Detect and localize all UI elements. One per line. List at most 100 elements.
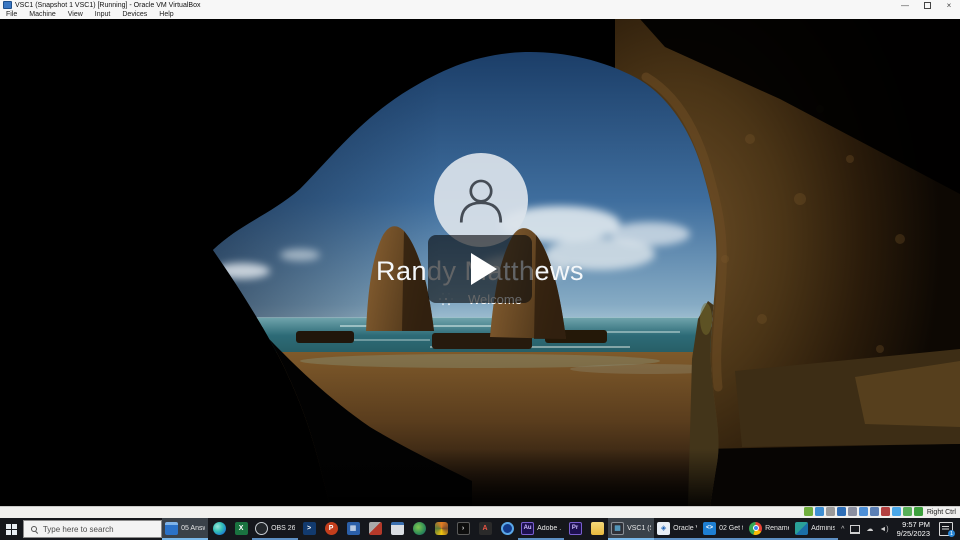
taskbar-item-label: 02 Get tr...	[719, 525, 743, 532]
powershell-icon: >	[303, 522, 316, 535]
menu-machine[interactable]: Machine	[23, 10, 61, 19]
taskbar-item[interactable]: Pr	[564, 518, 586, 540]
shared-folders-icon[interactable]	[859, 507, 868, 516]
taskbar-item[interactable]: >	[298, 518, 320, 540]
minimize-button[interactable]: —	[894, 0, 916, 10]
obs-icon	[255, 522, 268, 535]
taskbar-item[interactable]	[408, 518, 430, 540]
system-tray: ^ ☁ ◄) 9:57 PM 9/25/2023 1	[838, 518, 960, 540]
chrome-icon	[749, 522, 762, 535]
audio-icon[interactable]	[826, 507, 835, 516]
window-app-icon	[391, 522, 404, 535]
taskbar-item[interactable]: OBS 26...	[252, 518, 298, 540]
menu-devices[interactable]: Devices	[116, 10, 153, 19]
search-placeholder: Type here to search	[43, 525, 114, 534]
network-icon[interactable]	[837, 507, 846, 516]
user-avatar	[434, 153, 528, 247]
virtualbox-titlebar: VSC1 (Snapshot 1 VSC1) [Running] - Oracl…	[0, 0, 960, 10]
taskbar-item-label: VSC1 (S...	[627, 525, 651, 532]
taskbar-item[interactable]: <>02 Get tr...	[700, 518, 746, 540]
paint-app-icon	[435, 522, 448, 535]
admin-tool-icon	[795, 522, 808, 535]
taskbar-item[interactable]: ▦VSC1 (S...	[608, 518, 654, 540]
taskbar-item[interactable]: X	[230, 518, 252, 540]
globe-app-icon	[413, 522, 426, 535]
host-key-label: Right Ctrl	[927, 509, 956, 516]
vm-window-icon: ▦	[611, 522, 624, 535]
hidden-icons-chevron[interactable]: ^	[841, 526, 844, 533]
vscode-icon: <>	[703, 522, 716, 535]
restore-button[interactable]	[916, 0, 938, 10]
acrobat-icon: A	[479, 522, 492, 535]
display-icon[interactable]	[870, 507, 879, 516]
menu-view[interactable]: View	[62, 10, 89, 19]
taskbar-item-label: Adobe ...	[537, 525, 561, 532]
search-icon	[31, 526, 38, 533]
start-button[interactable]	[0, 518, 23, 540]
mouse-integration-icon[interactable]	[903, 507, 912, 516]
menu-help[interactable]: Help	[153, 10, 179, 19]
speaker-icon[interactable]: ◄)	[879, 526, 888, 533]
close-button[interactable]: ×	[938, 0, 960, 10]
screenshot-root: VSC1 (Snapshot 1 VSC1) [Running] - Oracl…	[0, 0, 960, 540]
blue-ring-app-icon	[501, 522, 514, 535]
taskbar-item[interactable]: Rename...	[746, 518, 792, 540]
windows-logo-icon	[6, 524, 17, 535]
optical-disc-icon[interactable]	[815, 507, 824, 516]
audition-icon: Au	[521, 522, 534, 535]
taskbar-item-label: 05 Answ...	[181, 525, 205, 532]
window-controls: — ×	[894, 0, 960, 10]
taskbar-item[interactable]: ◈Oracle V...	[654, 518, 700, 540]
cmd-icon: ›	[457, 522, 470, 535]
excel-icon: X	[235, 522, 248, 535]
taskbar-items: 05 Answ...XOBS 26...>P▦›AAuAdobe ...Pr▦V…	[162, 518, 838, 540]
taskbar-item[interactable]: AuAdobe ...	[518, 518, 564, 540]
edge-icon	[213, 522, 226, 535]
virtualbox-vm-icon	[3, 1, 12, 9]
keyboard-icon[interactable]	[914, 507, 923, 516]
taskbar-item[interactable]: A	[474, 518, 496, 540]
virtualbox-statusbar: Right Ctrl	[0, 506, 960, 518]
vm-display: Randy Matthews Welcome	[0, 19, 960, 506]
video-play-button[interactable]	[428, 235, 532, 303]
window-title: VSC1 (Snapshot 1 VSC1) [Running] - Oracl…	[15, 2, 200, 9]
vbox-status-icons	[802, 507, 923, 518]
person-icon	[449, 168, 513, 232]
media-app-icon	[369, 522, 382, 535]
powerpoint-icon: P	[325, 522, 338, 535]
taskbar-item[interactable]	[496, 518, 518, 540]
taskbar-item[interactable]	[364, 518, 386, 540]
taskbar-item[interactable]: Adminis...	[792, 518, 838, 540]
taskbar-item-label: Rename...	[765, 525, 789, 532]
virtualbox-icon: ◈	[657, 522, 670, 535]
taskbar-item[interactable]	[386, 518, 408, 540]
premiere-icon: Pr	[569, 522, 582, 535]
features-icon[interactable]	[892, 507, 901, 516]
calculator-icon: ▦	[347, 522, 360, 535]
taskbar-item[interactable]: ›	[452, 518, 474, 540]
play-icon	[471, 253, 497, 285]
host-taskbar: Type here to search 05 Answ... X OBS 26...…	[0, 518, 960, 540]
action-center-icon[interactable]: 1	[939, 522, 953, 536]
taskbar-item[interactable]: ▦	[342, 518, 364, 540]
clock-date: 9/25/2023	[897, 529, 930, 538]
taskbar-item[interactable]: 05 Answ...	[162, 518, 208, 540]
app-window-blue-icon	[165, 522, 178, 535]
taskbar-item[interactable]	[430, 518, 452, 540]
taskbar-item[interactable]: P	[320, 518, 342, 540]
usb-icon[interactable]	[848, 507, 857, 516]
taskbar-item-label: OBS 26...	[271, 525, 295, 532]
recording-icon[interactable]	[881, 507, 890, 516]
network-icon[interactable]	[850, 525, 860, 534]
menu-input[interactable]: Input	[89, 10, 117, 19]
restore-icon	[924, 2, 931, 9]
taskbar-clock[interactable]: 9:57 PM 9/25/2023	[897, 520, 930, 538]
taskbar-item[interactable]	[586, 518, 608, 540]
hard-disk-icon[interactable]	[804, 507, 813, 516]
taskbar-search-input[interactable]: Type here to search	[23, 520, 162, 538]
onedrive-icon[interactable]: ☁	[866, 525, 873, 533]
menu-file[interactable]: File	[0, 10, 23, 19]
taskbar-item[interactable]	[208, 518, 230, 540]
taskbar-item-label: Adminis...	[811, 525, 835, 532]
clock-time: 9:57 PM	[897, 520, 930, 529]
